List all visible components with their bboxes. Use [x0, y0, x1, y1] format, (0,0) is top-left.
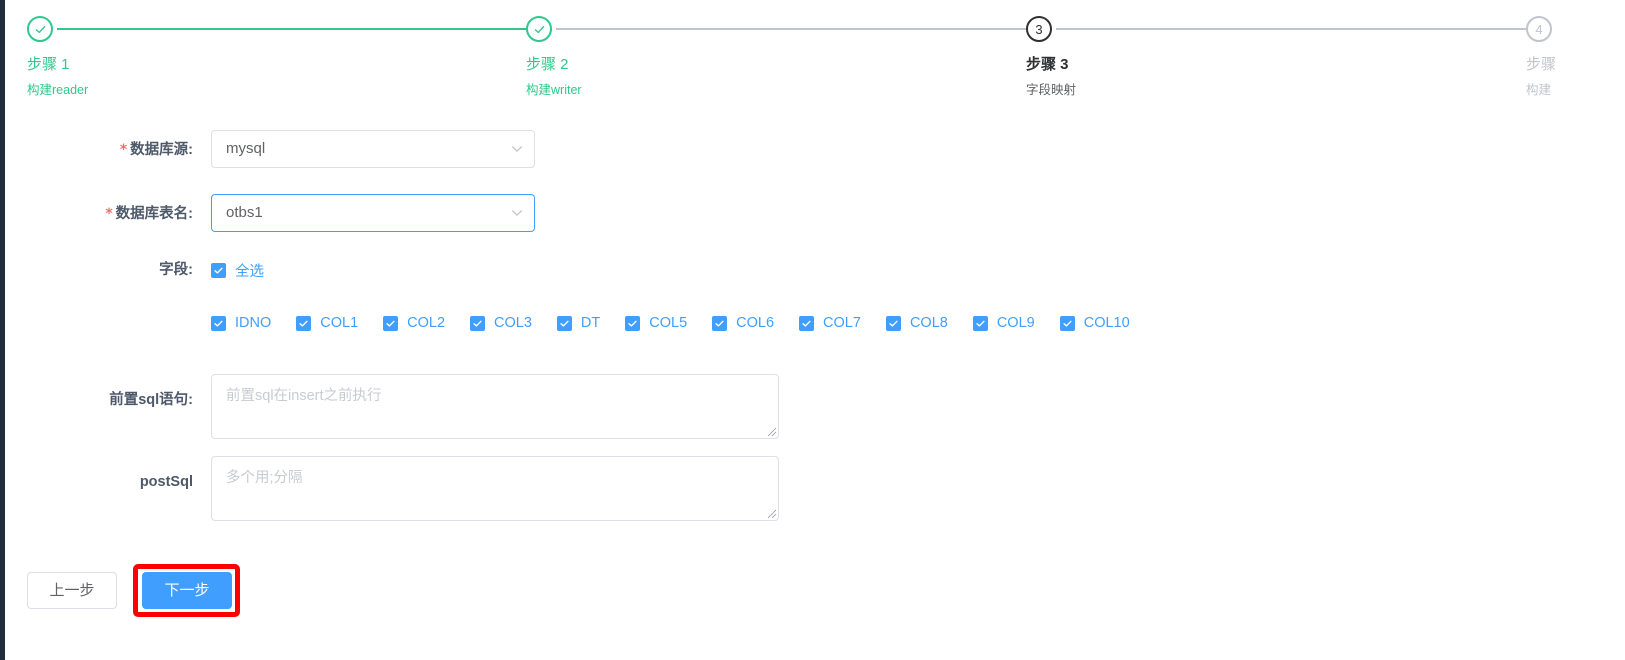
step-circle-2	[526, 16, 552, 42]
step-desc-4: 构建	[1526, 83, 1552, 97]
check-icon	[299, 320, 308, 327]
check-icon	[715, 320, 724, 327]
field-checkbox-col10[interactable]: COL10	[1059, 315, 1130, 331]
presql-textarea[interactable]: 前置sql在insert之前执行	[211, 374, 779, 439]
checkbox-box	[556, 315, 572, 331]
check-icon	[214, 320, 223, 327]
table-select-value: otbs1	[226, 204, 263, 221]
field-checkbox-label: COL9	[996, 315, 1035, 331]
field-checkbox-col1[interactable]: COL1	[296, 315, 358, 331]
prev-step-button[interactable]: 上一步	[27, 572, 117, 609]
next-step-button[interactable]: 下一步	[142, 572, 232, 609]
field-checkbox-dt[interactable]: DT	[556, 315, 601, 331]
checkbox-box	[470, 315, 486, 331]
field-checkbox-label: COL1	[320, 315, 359, 331]
required-marker: *	[105, 206, 113, 222]
checkbox-box	[211, 315, 226, 331]
page-container: 步骤 1 构建reader 步骤 2 构建writer 3 步骤 3 字段映射	[5, 0, 1625, 660]
table-select[interactable]: otbs1	[211, 194, 535, 232]
check-icon	[889, 320, 898, 327]
resize-handle-icon[interactable]	[765, 507, 777, 519]
checkbox-box	[383, 315, 399, 331]
select-all-checkbox[interactable]: 全选	[211, 260, 264, 281]
field-checkbox-col3[interactable]: COL3	[470, 315, 532, 331]
step-progress-bar: 步骤 1 构建reader 步骤 2 构建writer 3 步骤 3 字段映射	[5, 0, 1625, 112]
datasource-select[interactable]: mysql	[211, 130, 535, 168]
label-postsql: postSql	[139, 474, 193, 490]
field-checkbox-col9[interactable]: COL9	[972, 315, 1035, 331]
step-connector-2	[556, 28, 1038, 30]
step-connector-1	[57, 28, 539, 30]
form-row-table: * 数据库表名: otbs1	[5, 194, 605, 234]
field-checkbox-col7[interactable]: COL7	[799, 315, 861, 331]
field-checkbox-col8[interactable]: COL8	[885, 315, 948, 331]
check-icon	[214, 267, 223, 274]
label-presql: 前置sql语句:	[109, 392, 193, 408]
chevron-down-icon	[511, 146, 523, 152]
field-checkbox-idno[interactable]: IDNO	[211, 315, 271, 331]
postsql-textarea[interactable]: 多个用;分隔	[211, 456, 779, 521]
step-title-3: 步骤 3	[1026, 56, 1069, 73]
check-icon	[1063, 320, 1072, 327]
resize-handle-icon[interactable]	[765, 425, 777, 437]
checkbox-box	[625, 315, 641, 331]
field-checkbox-label: COL2	[407, 315, 446, 331]
step-circle-1	[27, 16, 53, 42]
required-marker: *	[119, 142, 128, 158]
step-title-2: 步骤 2	[526, 56, 569, 73]
postsql-placeholder: 多个用;分隔	[226, 470, 303, 486]
check-icon	[534, 25, 544, 33]
check-icon	[560, 320, 569, 327]
field-checkbox-label: COL6	[736, 315, 775, 331]
checkbox-box	[972, 315, 988, 331]
checkbox-box	[712, 315, 728, 331]
checkbox-box	[1059, 315, 1075, 331]
label-fields: 字段:	[159, 262, 193, 278]
check-icon	[386, 320, 395, 327]
label-table: * 数据库表名:	[105, 206, 193, 222]
check-icon	[802, 320, 811, 327]
step-desc-3: 字段映射	[1026, 83, 1077, 97]
field-checkbox-label: COL3	[494, 315, 532, 331]
field-checkbox-col6[interactable]: COL6	[712, 315, 774, 331]
field-checkbox-group: IDNO COL1 COL2 COL3 DT COL5 COL6 COL7 COL8 COL9 CO…	[211, 315, 1311, 332]
check-icon	[976, 320, 985, 327]
field-checkbox-label: COL5	[649, 315, 688, 331]
field-checkbox-label: COL10	[1083, 315, 1130, 331]
select-all-checkbox-inner[interactable]: 全选	[211, 260, 264, 281]
form-row-presql: 前置sql语句: 前置sql在insert之前执行	[5, 374, 805, 444]
step-title-4: 步骤	[1526, 56, 1557, 73]
check-icon	[473, 320, 482, 327]
datasource-select-value: mysql	[226, 140, 266, 157]
checkbox-box	[885, 315, 901, 331]
field-checkbox-col5[interactable]: COL5	[625, 315, 687, 331]
form-row-datasource: * 数据库源: mysql	[5, 130, 605, 170]
label-datasource: * 数据库源:	[119, 142, 193, 158]
presql-placeholder: 前置sql在insert之前执行	[226, 388, 382, 404]
field-checkbox-label: COL8	[909, 315, 948, 331]
step-connector-3	[1056, 28, 1538, 30]
select-all-label: 全选	[235, 264, 264, 280]
checkbox-box	[211, 263, 226, 278]
check-icon	[35, 25, 45, 33]
step-circle-3: 3	[1026, 16, 1052, 42]
step-title-1: 步骤 1	[27, 56, 70, 73]
step-desc-2: 构建writer	[526, 83, 582, 97]
step-desc-1: 构建reader	[27, 83, 89, 97]
field-checkbox-label: COL7	[823, 315, 861, 331]
step-circle-4: 4	[1526, 16, 1552, 42]
check-icon	[628, 320, 637, 327]
chevron-down-icon	[511, 210, 523, 216]
field-checkbox-label: DT	[580, 315, 601, 331]
checkbox-box	[296, 315, 312, 331]
checkbox-box	[799, 315, 815, 331]
form-row-postsql: postSql 多个用;分隔	[5, 456, 805, 526]
field-checkbox-label: IDNO	[235, 315, 272, 331]
field-checkbox-col2[interactable]: COL2	[383, 315, 445, 331]
